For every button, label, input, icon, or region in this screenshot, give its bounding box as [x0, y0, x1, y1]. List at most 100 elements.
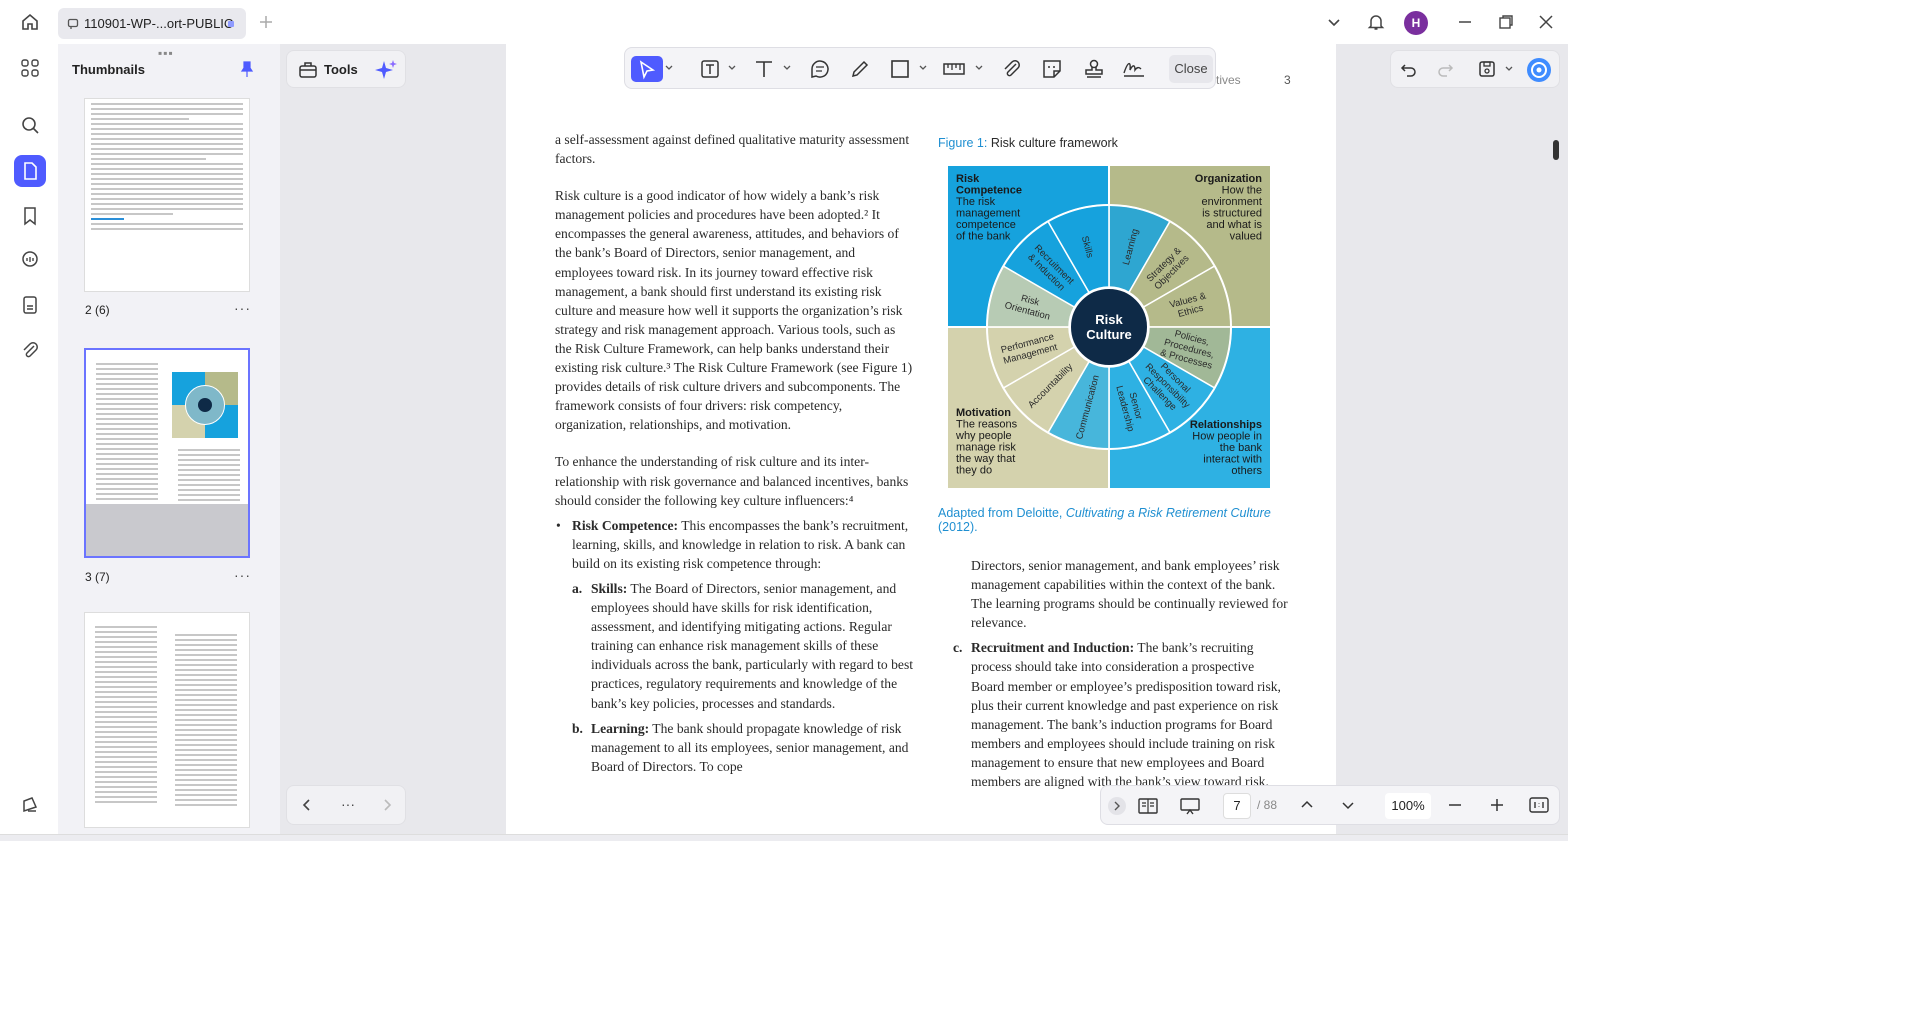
- page-total: / 88: [1257, 798, 1278, 812]
- redo-icon[interactable]: [1435, 59, 1455, 79]
- chevron-down-icon[interactable]: [975, 64, 983, 72]
- chevron-down-icon[interactable]: [665, 64, 673, 72]
- thumbnails-panel: ▪▪▪ Thumbnails 2 (6) ··· 3 (7) ···: [58, 44, 280, 834]
- page-number: 3: [1284, 73, 1291, 87]
- toolbox-icon: [298, 60, 318, 80]
- quadrant-text: the bank: [1220, 442, 1263, 454]
- document-icon[interactable]: [14, 289, 46, 321]
- close-button[interactable]: Close: [1169, 55, 1213, 83]
- figure-label: Figure 1:: [938, 136, 988, 150]
- close-icon[interactable]: [1536, 12, 1556, 32]
- actual-size-icon[interactable]: [1529, 796, 1549, 814]
- select-icon[interactable]: [631, 56, 663, 82]
- quadrant-text: The reasons: [956, 419, 1018, 431]
- chevron-left-icon[interactable]: [299, 797, 315, 813]
- chevron-down-icon[interactable]: [1340, 797, 1356, 813]
- presentation-icon[interactable]: [1179, 796, 1201, 816]
- paragraph: Directors, senior management, and bank e…: [971, 558, 1288, 631]
- pages-icon[interactable]: [14, 155, 46, 187]
- annotation-toolbar: Close: [624, 47, 1216, 89]
- thumbnail-label: 2 (6): [85, 303, 110, 317]
- quadrant-text: they do: [956, 465, 992, 477]
- paragraph: Risk culture is a good indicator of how …: [555, 188, 913, 433]
- page-layout-icon[interactable]: [1137, 796, 1159, 816]
- quadrant-text: Risk: [956, 173, 980, 185]
- attach-icon[interactable]: [999, 56, 1025, 82]
- more-icon[interactable]: ···: [341, 796, 355, 812]
- chevron-down-icon[interactable]: [919, 64, 927, 72]
- bookmark-icon[interactable]: [14, 200, 46, 232]
- signature-icon[interactable]: [1121, 56, 1147, 82]
- page-number-input[interactable]: 7: [1223, 793, 1251, 819]
- chevron-down-icon[interactable]: [1324, 12, 1344, 32]
- caption-title: Cultivating a Risk Retirement Culture: [1065, 506, 1271, 520]
- add-tab-icon[interactable]: [256, 12, 276, 32]
- vertical-scrollbar[interactable]: [1553, 140, 1559, 160]
- pin-icon[interactable]: [238, 60, 256, 78]
- thumbnail-page-3[interactable]: [84, 348, 250, 558]
- chevron-up-icon[interactable]: [1299, 797, 1315, 813]
- document-tab[interactable]: 110901-WP-...ort-PUBLIC: [58, 8, 246, 39]
- text-icon[interactable]: [751, 56, 777, 82]
- list-item: b. Learning: The bank should propagate k…: [555, 719, 915, 776]
- quadrant-text: Motivation: [956, 407, 1011, 419]
- avatar[interactable]: H: [1404, 11, 1428, 35]
- zoom-level[interactable]: 100%: [1385, 793, 1431, 819]
- quadrant-text: Relationships: [1190, 419, 1262, 431]
- home-icon[interactable]: [20, 12, 40, 32]
- quadrant-text: the way that: [956, 453, 1015, 465]
- search-icon[interactable]: [14, 109, 46, 141]
- running-header: tives: [1216, 73, 1241, 87]
- quadrant-text: valued: [1230, 231, 1262, 243]
- collapse-icon[interactable]: [1108, 797, 1126, 815]
- unsaved-indicator: [228, 21, 234, 27]
- settings-icon[interactable]: [14, 789, 46, 821]
- panel-resize-handle[interactable]: ▪▪▪: [158, 46, 174, 60]
- comments-icon[interactable]: [14, 244, 46, 276]
- quadrant-text: How people in: [1192, 431, 1262, 443]
- more-icon[interactable]: ···: [234, 567, 251, 583]
- page-nav-box: ···: [286, 785, 406, 825]
- minimize-icon[interactable]: [1455, 12, 1475, 32]
- quadrant-text: How the: [1222, 185, 1262, 197]
- attachment-icon[interactable]: [14, 334, 46, 366]
- undo-icon[interactable]: [1399, 59, 1419, 79]
- list-item: c. Recruitment and Induction: The bank’s…: [938, 638, 1288, 791]
- list-item-title: Skills:: [591, 580, 628, 596]
- shape-icon[interactable]: [887, 56, 913, 82]
- stamp-icon[interactable]: [1081, 56, 1107, 82]
- ai-sparkle-icon[interactable]: [374, 58, 398, 82]
- thumbnail-page-2[interactable]: [84, 98, 250, 292]
- highlighter-icon[interactable]: [847, 56, 873, 82]
- bell-icon[interactable]: [1366, 12, 1386, 32]
- paragraph: To enhance the understanding of risk cul…: [555, 454, 909, 508]
- quadrant-text: others: [1231, 465, 1262, 477]
- text-column-left: a self-assessment against defined qualit…: [555, 130, 915, 776]
- page-controls: 7 / 88 100%: [1100, 785, 1560, 825]
- ai-assistant-icon[interactable]: [1525, 56, 1553, 84]
- tools-button[interactable]: Tools: [286, 50, 406, 88]
- list-item-text: The Board of Directors, senior managemen…: [591, 580, 914, 711]
- save-icon[interactable]: [1477, 59, 1497, 79]
- list-item-title: Recruitment and Induction:: [971, 640, 1135, 656]
- chevron-down-icon[interactable]: [728, 64, 736, 72]
- zoom-out-icon[interactable]: [1447, 797, 1463, 813]
- more-icon[interactable]: ···: [234, 300, 251, 316]
- text-column-right: Figure 1: Risk culture framework Learnin…: [938, 136, 1288, 791]
- chevron-down-icon[interactable]: [783, 64, 791, 72]
- comment-icon[interactable]: [807, 56, 833, 82]
- textbox-icon[interactable]: [697, 56, 723, 82]
- document-page: tives 3 a self-assessment against define…: [506, 44, 1336, 834]
- quadrant-text: competence: [956, 219, 1016, 231]
- maximize-icon[interactable]: [1496, 12, 1516, 32]
- chevron-down-icon[interactable]: [1505, 65, 1513, 73]
- thumbnail-page-4[interactable]: [84, 612, 250, 828]
- apps-icon[interactable]: [14, 52, 46, 84]
- list-item-text: The bank’s recruiting process should tak…: [971, 640, 1281, 790]
- chevron-right-icon[interactable]: [379, 797, 395, 813]
- paragraph: a self-assessment against defined qualit…: [555, 132, 910, 167]
- left-rail: [0, 44, 58, 834]
- zoom-in-icon[interactable]: [1489, 797, 1505, 813]
- sticker-icon[interactable]: [1039, 56, 1065, 82]
- measure-icon[interactable]: [941, 56, 967, 82]
